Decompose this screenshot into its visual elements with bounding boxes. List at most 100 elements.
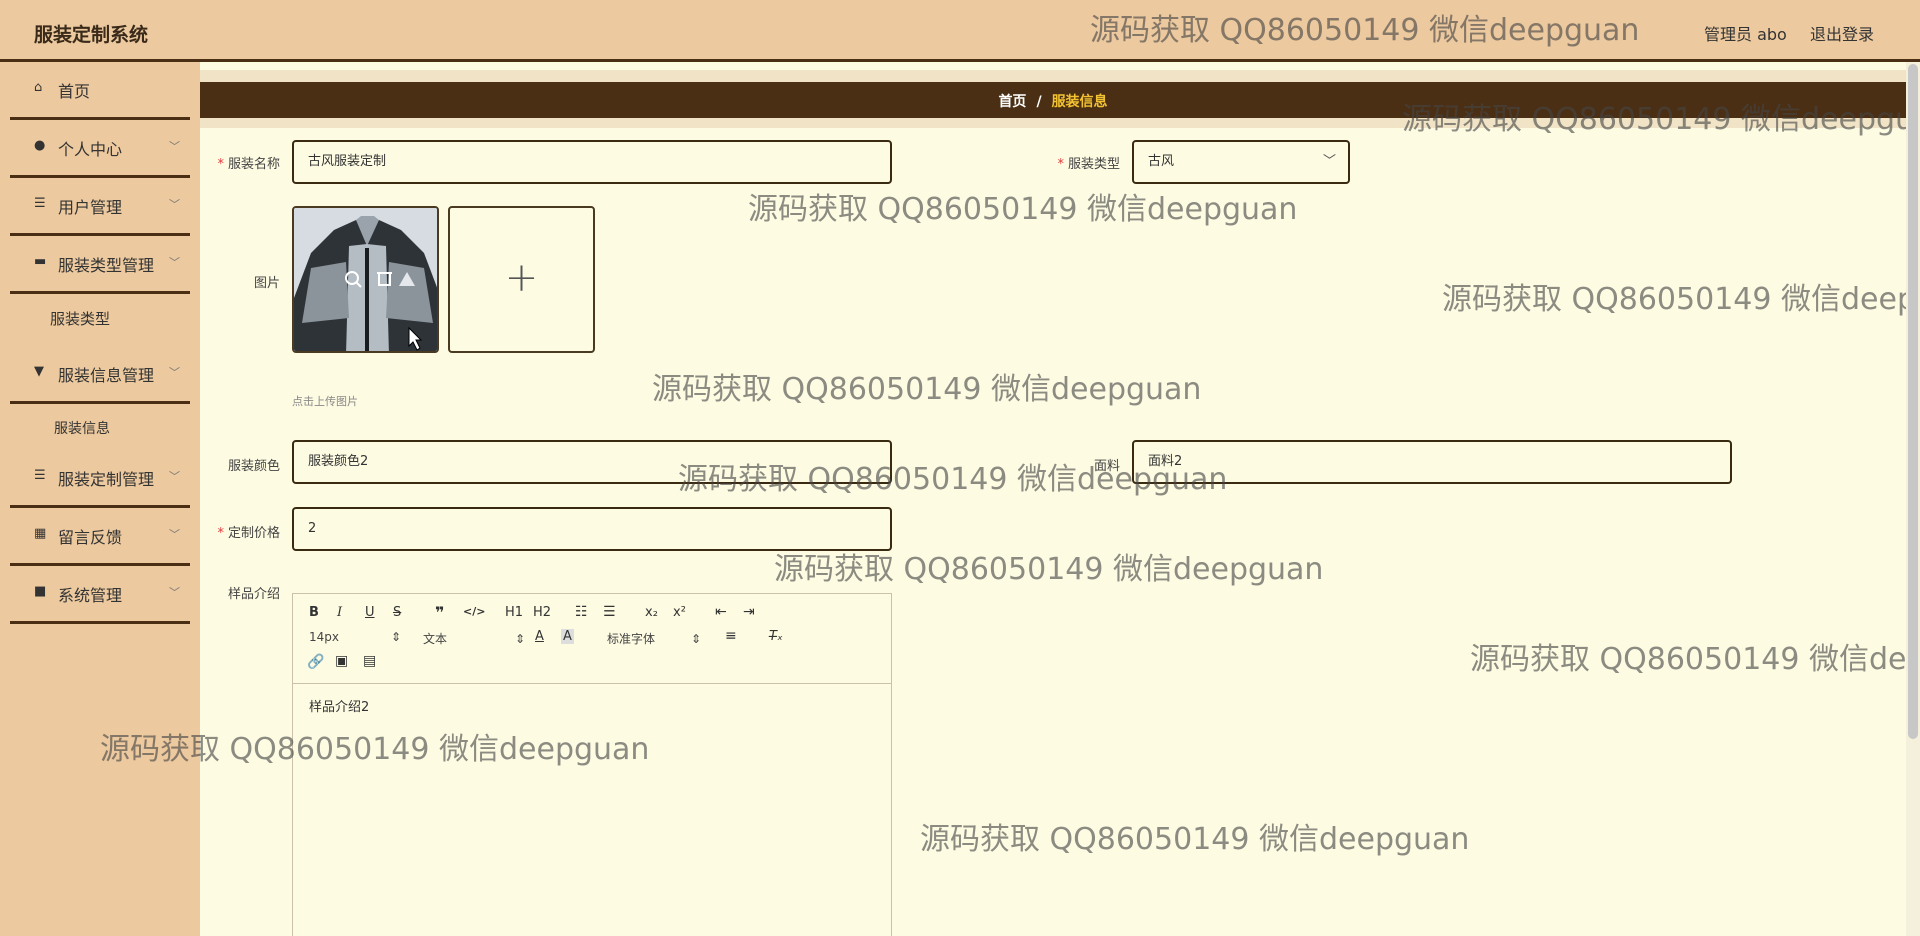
bold-button[interactable]: B — [309, 605, 319, 620]
fabric-input[interactable]: 面料2 — [1132, 440, 1732, 484]
required-mark: * — [217, 526, 224, 541]
sidebar-subitem-label: 服装类型 — [50, 310, 111, 328]
subscript-icon[interactable]: x₂ — [645, 605, 658, 620]
blockquote-icon[interactable]: ❞ — [435, 603, 444, 622]
sidebar-item-label: 留言反馈 — [58, 528, 123, 547]
video-icon[interactable]: ▤ — [363, 653, 376, 669]
background-color-icon[interactable]: A — [561, 629, 574, 644]
sidebar-item-label: 服装信息管理 — [58, 366, 155, 385]
plus-icon: + — [504, 255, 539, 301]
select-arrows-icon: ⇕ — [691, 632, 702, 646]
clear-format-icon[interactable]: T̶ₓ — [769, 629, 783, 644]
color-label: 服装颜色 — [227, 459, 280, 474]
align-icon[interactable]: ≡ — [725, 628, 737, 644]
chevron-down-icon: ﹀ — [169, 256, 180, 269]
sidebar-subitem-clothing-info[interactable]: 服装信息 — [10, 408, 190, 448]
grid-icon: ▦ — [34, 526, 47, 541]
clothing-type-value: 古风 — [1148, 154, 1175, 169]
sidebar-item-label: 服装定制管理 — [58, 470, 155, 489]
clothing-type-select[interactable]: 古风 ﹀ — [1132, 140, 1350, 184]
sidebar-item-feedback[interactable]: ▦ 留言反馈 ﹀ — [10, 508, 190, 566]
required-mark: * — [217, 157, 224, 172]
top-header: 服装定制系统 管理员 abo 退出登录 — [0, 0, 1920, 62]
clothing-name-input[interactable]: 古风服装定制 — [292, 140, 892, 184]
custom-price-input[interactable]: 2 — [292, 507, 892, 551]
indent-icon[interactable]: ⇥ — [743, 604, 755, 620]
breadcrumb: 首页 / 服装信息 — [200, 82, 1906, 118]
font-family-select[interactable]: 标准字体 ⇕ — [607, 630, 701, 647]
font-size-select[interactable]: 14px ⇕ — [309, 630, 401, 644]
list-icon: ☰ — [34, 468, 46, 483]
chevron-down-icon: ﹀ — [169, 198, 180, 211]
strikethrough-button[interactable]: S — [393, 605, 401, 620]
price-label: * 定制价格 — [217, 526, 280, 541]
sidebar-item-home[interactable]: ⌂ 首页 — [10, 62, 190, 120]
briefcase-icon: ▬ — [34, 254, 47, 269]
heading-2-button[interactable]: H2 — [533, 605, 551, 620]
link-icon[interactable]: 🔗 — [307, 654, 324, 670]
clothing-image-thumbnail[interactable] — [292, 206, 439, 353]
bullet-list-icon[interactable]: ☰ — [603, 604, 616, 620]
ordered-list-icon[interactable]: ☷ — [575, 604, 588, 620]
sidebar-item-clothing-info-management[interactable]: ▼ 服装信息管理 ﹀ — [10, 346, 190, 404]
page-scrollbar[interactable] — [1906, 62, 1920, 936]
sidebar-item-customization-management[interactable]: ☰ 服装定制管理 ﹀ — [10, 450, 190, 508]
sidebar-item-personal-center[interactable]: ● 个人中心 ﹀ — [10, 120, 190, 178]
chevron-down-icon: ﹀ — [169, 140, 180, 153]
font-color-icon[interactable]: A — [535, 629, 544, 644]
block-format-select[interactable]: 文本 ⇕ — [423, 630, 525, 647]
apps-icon: ■ — [34, 584, 47, 599]
sliders-icon: ☰ — [34, 196, 46, 211]
rich-text-editor: B I U S ❞ </> H1 H2 ☷ ☰ x₂ x² ⇤ ⇥ 14px ⇕ … — [292, 593, 892, 936]
chevron-down-icon: ﹀ — [169, 366, 180, 379]
sidebar-subitem-clothing-type[interactable]: 服装类型 — [10, 298, 190, 338]
chevron-down-icon: ﹀ — [1322, 154, 1336, 169]
fabric-label: 面料 — [1093, 459, 1120, 474]
sidebar-item-user-management[interactable]: ☰ 用户管理 ﹀ — [10, 178, 190, 236]
chevron-down-icon: ﹀ — [169, 586, 180, 599]
clothing-color-input[interactable]: 服装颜色2 — [292, 440, 892, 484]
user-icon: ● — [34, 138, 46, 153]
app-title: 服装定制系统 — [34, 24, 149, 46]
name-label: * 服装名称 — [217, 157, 280, 172]
sidebar-item-clothing-type-management[interactable]: ▬ 服装类型管理 ﹀ — [10, 236, 190, 294]
sidebar-item-label: 用户管理 — [58, 198, 123, 217]
heading-1-button[interactable]: H1 — [505, 605, 523, 620]
image-label: 图片 — [253, 276, 280, 291]
sidebar-item-label: 首页 — [58, 82, 91, 101]
sidebar: ⌂ 首页 ● 个人中心 ﹀ ☰ 用户管理 ﹀ ▬ 服装类型管理 ﹀ 服装类型 ▼… — [0, 62, 200, 936]
top-strip — [200, 70, 1906, 82]
italic-button[interactable]: I — [337, 605, 342, 620]
select-arrows-icon: ⇕ — [515, 632, 526, 646]
breadcrumb-current: 服装信息 — [1051, 94, 1108, 110]
required-mark: * — [1057, 157, 1064, 172]
user-info: 管理员 abo — [1704, 25, 1787, 44]
breadcrumb-underline — [200, 118, 1906, 128]
sidebar-item-label: 服装类型管理 — [58, 256, 155, 275]
upload-tip: 点击上传图片 — [292, 395, 358, 408]
select-arrows-icon: ⇕ — [391, 630, 402, 644]
chevron-down-icon: ﹀ — [169, 528, 180, 541]
main-content: 首页 / 服装信息 * 服装名称 古风服装定制 * 服装类型 古风 ﹀ 图片 + 点击上… — [200, 62, 1906, 936]
image-upload-button[interactable]: + — [448, 206, 595, 353]
breadcrumb-separator: / — [1036, 94, 1042, 110]
intro-label: 样品介绍 — [227, 587, 280, 602]
scrollbar-thumb[interactable] — [1908, 64, 1918, 739]
image-icon[interactable]: ▣ — [335, 653, 348, 669]
sidebar-item-label: 系统管理 — [58, 586, 123, 605]
outdent-icon[interactable]: ⇤ — [715, 604, 727, 620]
sidebar-item-label: 个人中心 — [58, 140, 123, 159]
superscript-icon[interactable]: x² — [673, 605, 686, 620]
underline-button[interactable]: U — [365, 605, 375, 620]
chevron-down-icon: ﹀ — [169, 470, 180, 483]
tag-icon: ▼ — [34, 364, 44, 379]
sidebar-item-system-management[interactable]: ■ 系统管理 ﹀ — [10, 566, 190, 624]
breadcrumb-home[interactable]: 首页 — [998, 94, 1026, 110]
home-icon: ⌂ — [34, 80, 43, 95]
editor-toolbar: B I U S ❞ </> H1 H2 ☷ ☰ x₂ x² ⇤ ⇥ 14px ⇕ … — [293, 594, 891, 684]
sidebar-subitem-label: 服装信息 — [54, 421, 110, 437]
code-block-icon[interactable]: </> — [463, 605, 485, 618]
editor-content[interactable]: 样品介绍2 — [309, 696, 369, 715]
logout-button[interactable]: 退出登录 — [1810, 21, 1874, 45]
type-label: * 服装类型 — [1057, 157, 1120, 172]
